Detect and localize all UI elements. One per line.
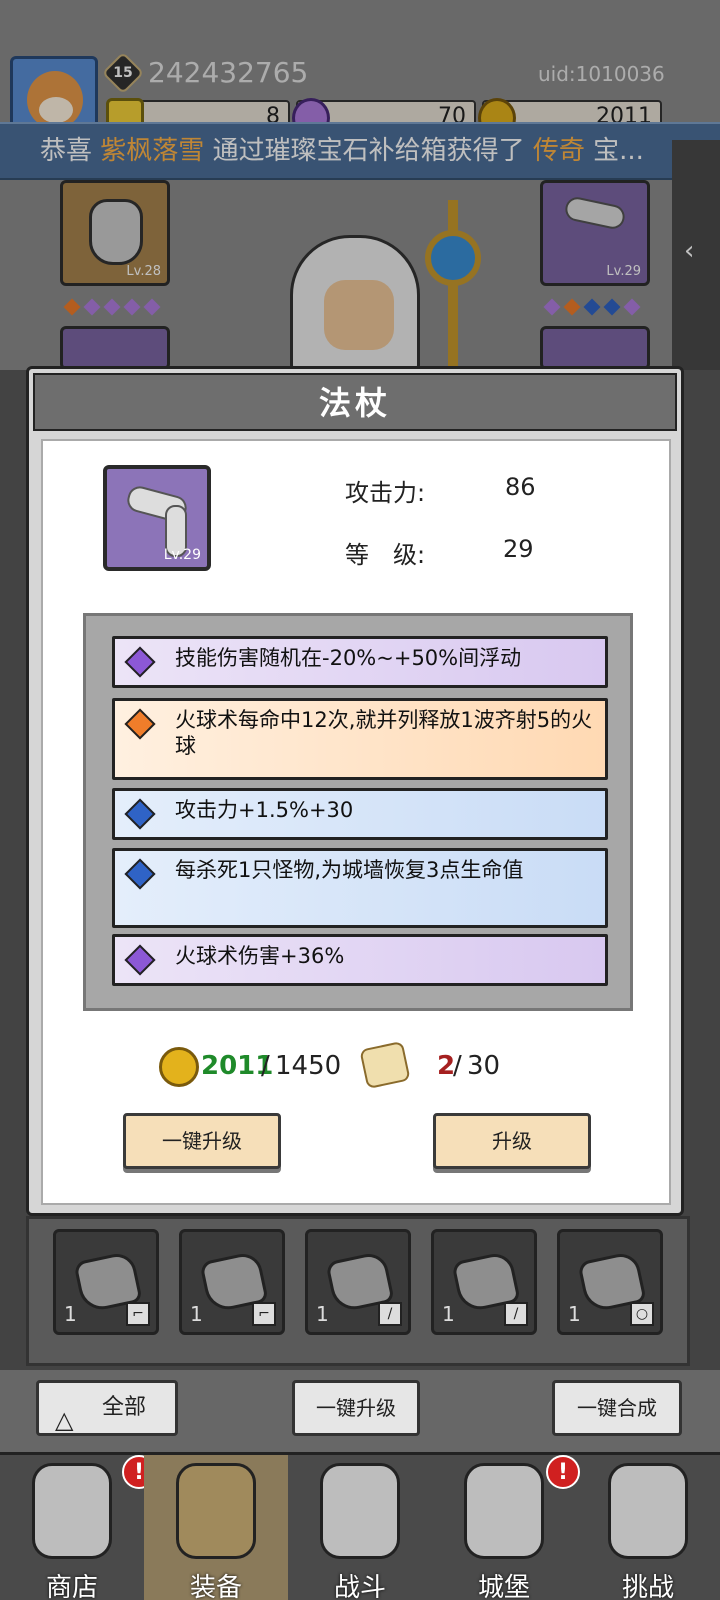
- shield-icon: [608, 1463, 688, 1559]
- inventory-grid: 1 ⌐ 1 ⌐ 1 / 1 / 1 ○: [26, 1216, 690, 1366]
- ring-icon: ○: [630, 1302, 654, 1326]
- affix-row: 每杀死1只怪物,为城墙恢复3点生命值: [112, 848, 608, 928]
- inventory-item[interactable]: 1 /: [431, 1229, 537, 1335]
- nav-shop[interactable]: 商店 !: [0, 1455, 156, 1600]
- castle-icon: [464, 1463, 544, 1559]
- affix-row: 火球术每命中12次,就并列释放1波齐射5的火球: [112, 698, 608, 780]
- boot-icon: ⌐: [252, 1302, 276, 1326]
- inventory-item[interactable]: 1 ⌐: [53, 1229, 159, 1335]
- scroll-icon: [359, 1040, 411, 1090]
- backpack-icon: [176, 1463, 256, 1559]
- affix-row: 攻击力+1.5%+30: [112, 788, 608, 840]
- staff-icon: /: [378, 1302, 402, 1326]
- modal-title: 法杖: [318, 384, 391, 422]
- modal-body: Lv.29 攻击力: 86 等 级: 29 技能伤害随机在-20%~+50%间浮…: [41, 439, 671, 1205]
- orange-gem-icon: [124, 708, 156, 740]
- blue-gem-icon: [124, 858, 156, 890]
- blue-gem-icon: [124, 798, 156, 830]
- scroll-need: 30: [467, 1051, 501, 1081]
- upgrade-cost: 2011 / 1450 2 / 30: [43, 1040, 669, 1090]
- inventory-item[interactable]: 1 ⌐: [179, 1229, 285, 1335]
- boot-icon: ⌐: [126, 1302, 150, 1326]
- inventory-item[interactable]: 1 ○: [557, 1229, 663, 1335]
- gold-need: 1450: [275, 1051, 342, 1081]
- purple-gem-icon: [124, 646, 156, 678]
- nav-battle[interactable]: 战斗: [288, 1455, 432, 1600]
- upgrade-button[interactable]: 升级: [433, 1113, 591, 1169]
- bulk-upgrade-button[interactable]: 一键升级: [292, 1380, 420, 1436]
- gold-coin-icon: [159, 1047, 199, 1087]
- item-icon: Lv.29: [103, 465, 211, 571]
- modal-title-bar: 法杖: [33, 373, 677, 431]
- level-label: 等 级:: [345, 541, 426, 569]
- bottom-nav: 商店 ! 装备 战斗 城堡 ! 挑战: [0, 1452, 720, 1600]
- staff-icon: /: [504, 1302, 528, 1326]
- attack-label: 攻击力:: [345, 479, 426, 507]
- affix-row: 技能伤害随机在-20%~+50%间浮动: [112, 636, 608, 688]
- nav-challenge[interactable]: 挑战: [576, 1455, 720, 1600]
- alert-badge: !: [546, 1455, 580, 1489]
- purple-gem-icon: [124, 944, 156, 976]
- bulk-merge-button[interactable]: 一键合成: [552, 1380, 682, 1436]
- level-value: 29: [503, 535, 534, 563]
- equipment-detail-modal: 法杖 Lv.29 攻击力: 86 等 级: 29 技能伤害随机在-20%~+50…: [26, 366, 684, 1216]
- affix-panel: 技能伤害随机在-20%~+50%间浮动 火球术每命中12次,就并列释放1波齐射5…: [83, 613, 633, 1011]
- triangle-up-icon: △: [55, 1406, 74, 1434]
- filter-all-button[interactable]: △ 全部: [36, 1380, 178, 1436]
- upgrade-all-button[interactable]: 一键升级: [123, 1113, 281, 1169]
- crossed-swords-icon: [320, 1463, 400, 1559]
- nav-equip[interactable]: 装备: [144, 1455, 288, 1600]
- nav-castle[interactable]: 城堡 !: [432, 1455, 580, 1600]
- shop-icon: [32, 1463, 112, 1559]
- attack-value: 86: [505, 473, 536, 501]
- inventory-item[interactable]: 1 /: [305, 1229, 411, 1335]
- affix-row: 火球术伤害+36%: [112, 934, 608, 986]
